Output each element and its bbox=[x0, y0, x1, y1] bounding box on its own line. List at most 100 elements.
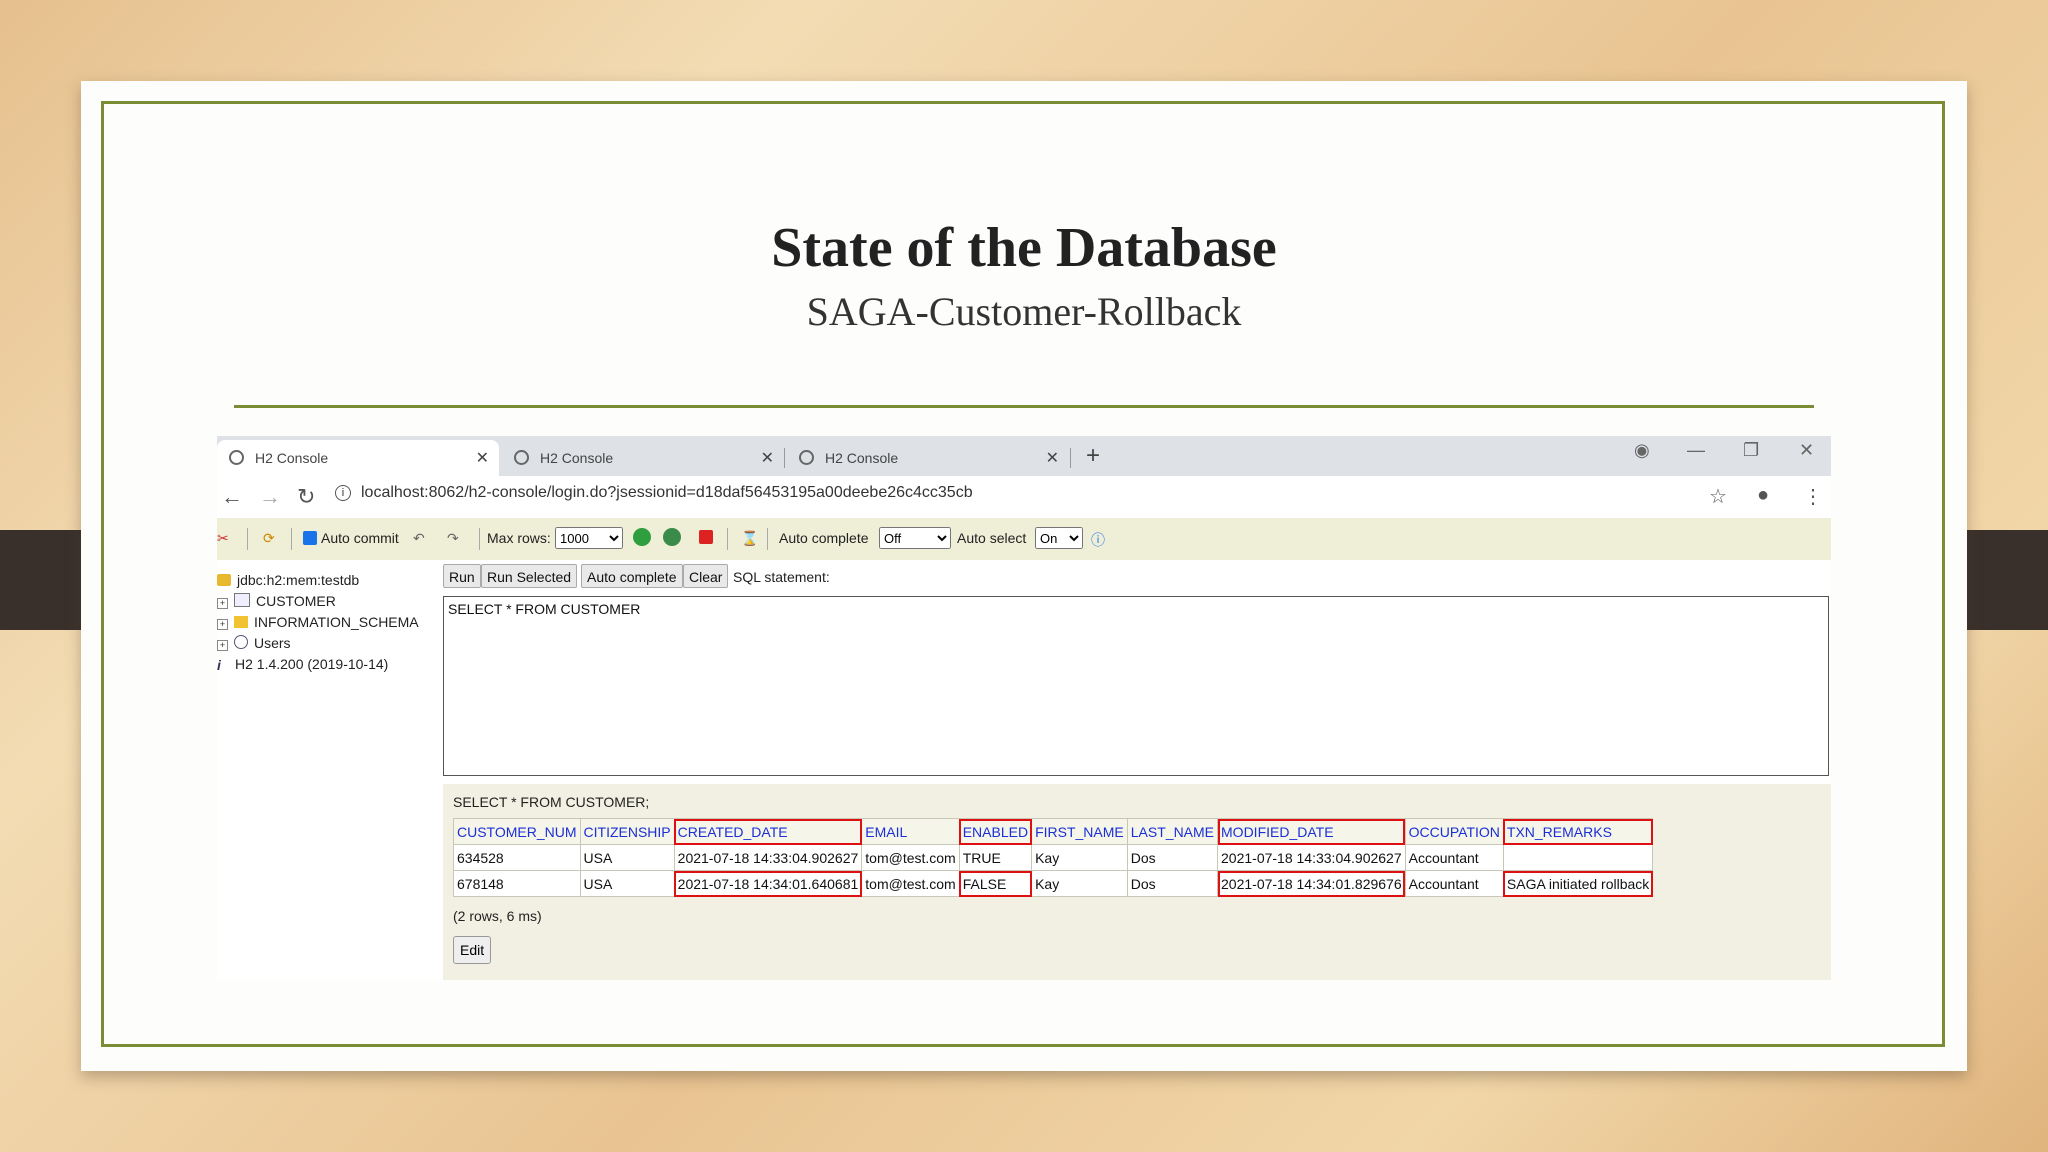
address-bar[interactable]: i localhost:8062/h2-console/login.do?jses… bbox=[335, 484, 973, 502]
users-icon bbox=[234, 635, 248, 649]
execute-icon[interactable] bbox=[633, 528, 651, 546]
column-header[interactable]: LAST_NAME bbox=[1126, 818, 1219, 845]
column-header[interactable]: TXN_REMARKS bbox=[1502, 818, 1654, 845]
toolbar-separator bbox=[291, 528, 292, 550]
edit-button[interactable]: Edit bbox=[453, 936, 492, 964]
results-header-row: CUSTOMER_NUM CITIZENSHIP CREATED_DATE EM… bbox=[453, 818, 1654, 845]
bookmark-star-icon[interactable]: ☆ bbox=[1709, 484, 1727, 509]
commit-icon[interactable]: ↷ bbox=[447, 530, 459, 547]
table-cell: 2021-07-18 14:34:01.829676 bbox=[1217, 870, 1406, 897]
help-icon[interactable]: ⓘ bbox=[1091, 530, 1105, 550]
new-tab-button[interactable]: + bbox=[1086, 442, 1100, 470]
query-panel: Run Run Selected Auto complete Clear SQL… bbox=[443, 560, 1831, 980]
expand-icon[interactable]: + bbox=[217, 619, 228, 630]
reload-icon[interactable]: ↻ bbox=[297, 484, 315, 510]
row-count-text: (2 rows, 6 ms) bbox=[453, 908, 542, 924]
run-button[interactable]: Run bbox=[443, 564, 481, 588]
tab-h2-console-2[interactable]: H2 Console ✕ bbox=[502, 440, 784, 476]
table-cell: Dos bbox=[1126, 844, 1219, 871]
query-buttons: Run Run Selected Auto complete Clear SQL… bbox=[443, 560, 1831, 592]
url-text: localhost:8062/h2-console/login.do?jsess… bbox=[361, 484, 973, 501]
auto-complete-button[interactable]: Auto complete bbox=[581, 564, 683, 588]
table-cell: 634528 bbox=[453, 844, 581, 871]
column-header[interactable]: ENABLED bbox=[958, 818, 1033, 845]
info-icon: i bbox=[217, 657, 221, 673]
auto-complete-label: Auto complete bbox=[779, 530, 869, 546]
results-table: CUSTOMER_NUM CITIZENSHIP CREATED_DATE EM… bbox=[453, 818, 1654, 897]
tree-label: CUSTOMER bbox=[256, 593, 336, 609]
tree-node-users[interactable]: + Users bbox=[217, 635, 291, 651]
tab-separator bbox=[1070, 448, 1071, 468]
table-cell: USA bbox=[579, 844, 675, 871]
results-panel: SELECT * FROM CUSTOMER; CUSTOMER_NUM CIT… bbox=[443, 784, 1831, 980]
max-rows-select[interactable]: 1000 bbox=[555, 527, 623, 549]
table-row: 678148 USA 2021-07-18 14:34:01.640681 to… bbox=[453, 870, 1654, 897]
tree-label: jdbc:h2:mem:testdb bbox=[237, 572, 360, 588]
sql-editor[interactable]: SELECT * FROM CUSTOMER bbox=[443, 596, 1829, 776]
address-toolbar: ← → ↻ i localhost:8062/h2-console/login.d… bbox=[217, 476, 1831, 519]
close-tab-icon[interactable]: ✕ bbox=[761, 448, 774, 468]
table-cell: Kay bbox=[1031, 844, 1128, 871]
expand-icon[interactable]: + bbox=[217, 598, 228, 609]
column-header[interactable]: OCCUPATION bbox=[1404, 818, 1504, 845]
profile-avatar-icon[interactable]: ● bbox=[1757, 484, 1769, 507]
column-header[interactable]: CUSTOMER_NUM bbox=[453, 818, 581, 845]
run-selected-button[interactable]: Run Selected bbox=[481, 564, 578, 588]
table-cell: Accountant bbox=[1404, 844, 1504, 871]
forward-arrow-icon[interactable]: → bbox=[259, 484, 281, 510]
auto-complete-select[interactable]: Off bbox=[879, 527, 951, 549]
tab-search-icon[interactable]: ◉ bbox=[1634, 440, 1650, 461]
title-divider bbox=[234, 405, 1814, 408]
auto-select-select[interactable]: On bbox=[1035, 527, 1083, 549]
table-cell: Accountant bbox=[1404, 870, 1504, 897]
table-cell: Kay bbox=[1031, 870, 1128, 897]
slide-subtitle: SAGA-Customer-Rollback bbox=[806, 289, 1242, 334]
sql-statement-label: SQL statement: bbox=[733, 569, 830, 585]
column-header[interactable]: FIRST_NAME bbox=[1031, 818, 1128, 845]
execute-all-icon[interactable] bbox=[663, 528, 681, 546]
minimize-icon[interactable]: — bbox=[1687, 440, 1705, 461]
table-cell: USA bbox=[579, 870, 675, 897]
table-cell: tom@test.com bbox=[861, 870, 960, 897]
close-tab-icon[interactable]: ✕ bbox=[476, 448, 489, 468]
toolbar-separator bbox=[247, 528, 248, 550]
table-icon bbox=[234, 593, 250, 607]
globe-icon bbox=[229, 450, 244, 465]
table-cell: 678148 bbox=[453, 870, 581, 897]
expand-icon[interactable]: + bbox=[217, 640, 228, 651]
tree-node-customer[interactable]: + CUSTOMER bbox=[217, 593, 336, 609]
auto-select-label: Auto select bbox=[957, 530, 1027, 546]
globe-icon bbox=[799, 450, 814, 465]
back-arrow-icon[interactable]: ← bbox=[221, 484, 243, 510]
site-info-icon[interactable]: i bbox=[335, 484, 351, 501]
tree-label: Users bbox=[254, 635, 291, 651]
tab-label: H2 Console bbox=[255, 450, 329, 466]
tree-label: H2 1.4.200 (2019-10-14) bbox=[235, 656, 389, 672]
tab-h2-console-3[interactable]: H2 Console ✕ bbox=[787, 440, 1069, 476]
column-header[interactable]: CREATED_DATE bbox=[673, 818, 863, 845]
column-header[interactable]: MODIFIED_DATE bbox=[1217, 818, 1406, 845]
restore-icon[interactable]: ❐ bbox=[1743, 440, 1759, 461]
slide-title: State of the Database bbox=[771, 217, 1277, 279]
auto-commit-checkbox[interactable] bbox=[303, 531, 317, 545]
tree-node-information-schema[interactable]: + INFORMATION_SCHEMA bbox=[217, 614, 419, 630]
folder-icon bbox=[234, 616, 248, 628]
clear-button[interactable]: Clear bbox=[683, 564, 729, 588]
tab-bar: H2 Console ✕ H2 Console ✕ H2 Console ✕ +… bbox=[217, 436, 1831, 476]
globe-icon bbox=[514, 450, 529, 465]
disconnect-icon[interactable]: ✂ bbox=[217, 530, 229, 547]
refresh-icon[interactable]: ⟳ bbox=[263, 530, 275, 547]
column-header[interactable]: EMAIL bbox=[861, 818, 960, 845]
menu-dots-icon[interactable]: ⋮ bbox=[1803, 484, 1823, 509]
table-cell: 2021-07-18 14:33:04.902627 bbox=[673, 844, 863, 871]
column-header[interactable]: CITIZENSHIP bbox=[579, 818, 675, 845]
close-window-icon[interactable]: ✕ bbox=[1799, 440, 1814, 461]
close-tab-icon[interactable]: ✕ bbox=[1046, 448, 1059, 468]
stop-icon[interactable] bbox=[699, 530, 713, 544]
tree-node-connection[interactable]: jdbc:h2:mem:testdb bbox=[217, 572, 359, 588]
table-cell: 2021-07-18 14:33:04.902627 bbox=[1217, 844, 1406, 871]
tab-h2-console-1[interactable]: H2 Console ✕ bbox=[217, 440, 499, 476]
history-icon[interactable]: ⌛ bbox=[741, 530, 758, 547]
rollback-icon[interactable]: ↶ bbox=[413, 530, 425, 547]
table-cell: Dos bbox=[1126, 870, 1219, 897]
